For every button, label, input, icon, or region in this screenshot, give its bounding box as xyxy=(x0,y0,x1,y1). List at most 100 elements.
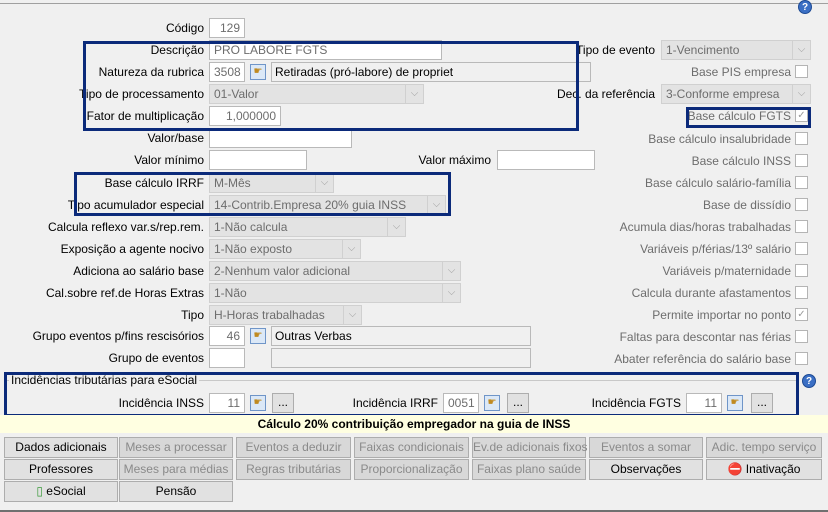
button-proporcionaliza-o[interactable]: Proporcionalização xyxy=(354,459,469,480)
valor-base-label: Valor/base xyxy=(147,131,204,145)
highlight-box-fgts xyxy=(686,107,811,128)
checkbox[interactable] xyxy=(795,264,808,277)
button-esocial[interactable]: ▯ eSocial xyxy=(4,481,118,502)
grupo-rescisorios-label: Grupo eventos p/fins rescisórios xyxy=(32,329,204,343)
valor-minimo-input[interactable] xyxy=(209,150,307,170)
lookup-hand-icon[interactable]: ☛ xyxy=(484,395,500,411)
exposicao-select[interactable]: 1-Não exposto ⌵ xyxy=(209,239,361,259)
valor-minimo-label: Valor mínimo xyxy=(134,153,204,167)
checkbox-label: Permite importar no ponto xyxy=(652,308,791,322)
button-label: Meses a processar xyxy=(125,440,227,454)
button-label: Ev.de adicionais fixos xyxy=(473,440,588,454)
help-icon[interactable]: ? xyxy=(798,0,812,14)
button-label: Faixas plano saúde xyxy=(476,462,582,476)
dec-referencia-value: 3-Conforme empresa xyxy=(666,87,780,101)
button-label: Professores xyxy=(28,462,94,476)
incidencias-help-icon[interactable]: ? xyxy=(802,374,816,388)
document-icon: ▯ xyxy=(36,484,47,498)
grupo-eventos-label: Grupo de eventos xyxy=(108,351,204,365)
grupo-rescisorios-code-input[interactable]: 46 xyxy=(209,326,245,346)
valor-base-input[interactable] xyxy=(209,128,352,148)
codigo-label: Código xyxy=(165,21,204,35)
button-observa-es[interactable]: Observações xyxy=(589,459,703,480)
button-label: Eventos a deduzir xyxy=(245,440,342,454)
checkbox[interactable] xyxy=(795,176,808,189)
incidencia-irrf-input[interactable]: 0051 xyxy=(443,393,479,413)
adiciona-salario-select[interactable]: 2-Nenhum valor adicional ⌵ xyxy=(209,261,461,281)
incidencia-irrf-more-button[interactable]: ... xyxy=(507,393,529,413)
checkbox[interactable] xyxy=(795,286,808,299)
exposicao-label: Exposição a agente nocivo xyxy=(60,242,204,256)
button-ev-de-adicionais-fixos[interactable]: Ev.de adicionais fixos xyxy=(472,437,588,458)
checkbox-label: Base PIS empresa xyxy=(690,65,791,79)
button-dados-adicionais[interactable]: Dados adicionais xyxy=(4,437,118,458)
grupo-rescisorios-description: Outras Verbas xyxy=(271,326,531,346)
button-label: Eventos a somar xyxy=(600,440,692,454)
prohibited-icon: ⛔ xyxy=(727,462,746,476)
button-regras-tribut-rias[interactable]: Regras tributárias xyxy=(236,459,351,480)
incidencia-fgts-input[interactable]: 11 xyxy=(686,393,722,413)
button-label: Dados adicionais xyxy=(15,440,107,454)
incidencia-inss-input[interactable]: 11 xyxy=(209,393,245,413)
calcula-reflexo-select[interactable]: 1-Não calcula ⌵ xyxy=(209,217,406,237)
adiciona-salario-value: 2-Nenhum valor adicional xyxy=(214,264,351,278)
lookup-hand-icon[interactable]: ☛ xyxy=(727,395,743,411)
button-pens-o[interactable]: Pensão xyxy=(119,481,233,502)
button-meses-para-m-dias[interactable]: Meses para médias xyxy=(119,459,233,480)
button-meses-a-processar[interactable]: Meses a processar xyxy=(119,437,233,458)
checkbox[interactable] xyxy=(795,65,808,78)
incidencia-inss-more-button[interactable]: ... xyxy=(272,393,294,413)
codigo-input[interactable]: 129 xyxy=(209,18,245,38)
tipo-evento-select[interactable]: 1-Vencimento ⌵ xyxy=(661,40,811,60)
checkbox[interactable] xyxy=(795,154,808,167)
button-label: Proporcionalização xyxy=(360,462,463,476)
checkbox[interactable] xyxy=(795,352,808,365)
adiciona-salario-label: Adiciona ao salário base xyxy=(73,264,204,278)
chevron-down-icon[interactable]: ⌵ xyxy=(792,85,810,103)
checkbox[interactable] xyxy=(795,198,808,211)
grupo-eventos-description xyxy=(271,348,531,368)
lookup-hand-icon[interactable]: ☛ xyxy=(250,395,266,411)
chevron-down-icon[interactable]: ⌵ xyxy=(442,284,460,302)
incidencia-fgts-more-button[interactable]: ... xyxy=(751,393,773,413)
chevron-down-icon[interactable]: ⌵ xyxy=(792,41,810,59)
checkbox[interactable]: ✓ xyxy=(795,308,808,321)
button-label: Faixas condicionais xyxy=(359,440,464,454)
checkbox[interactable] xyxy=(795,132,808,145)
calcula-reflexo-value: 1-Não calcula xyxy=(214,220,288,234)
checkbox[interactable] xyxy=(795,220,808,233)
tipo-label: Tipo xyxy=(181,308,204,322)
chevron-down-icon[interactable]: ⌵ xyxy=(442,262,460,280)
checkbox[interactable] xyxy=(795,242,808,255)
button-label: Pensão xyxy=(155,484,197,498)
checkbox-label: Abater referência do salário base xyxy=(614,352,791,366)
checkbox-label: Base cálculo INSS xyxy=(691,154,791,168)
exposicao-value: 1-Não exposto xyxy=(214,242,293,256)
button-faixas-condicionais[interactable]: Faixas condicionais xyxy=(354,437,469,458)
chevron-down-icon[interactable]: ⌵ xyxy=(387,218,405,236)
button-faixas-plano-sa-de[interactable]: Faixas plano saúde xyxy=(472,459,586,480)
lookup-hand-icon[interactable]: ☛ xyxy=(250,328,266,344)
checkbox-label: Acumula dias/horas trabalhadas xyxy=(619,220,791,234)
dec-referencia-select[interactable]: 3-Conforme empresa ⌵ xyxy=(661,84,811,104)
chevron-down-icon[interactable]: ⌵ xyxy=(343,306,361,324)
chevron-down-icon[interactable]: ⌵ xyxy=(342,240,360,258)
grupo-eventos-code-input[interactable] xyxy=(209,348,245,368)
button-label: eSocial xyxy=(46,484,86,498)
incidencia-fgts-label: Incidência FGTS xyxy=(591,396,681,410)
checkbox[interactable] xyxy=(795,330,808,343)
button-inativa-o[interactable]: ⛔ Inativação xyxy=(706,459,822,480)
tipo-select[interactable]: H-Horas trabalhadas ⌵ xyxy=(209,305,362,325)
top-divider xyxy=(0,3,828,4)
cal-sobre-horas-label: Cal.sobre ref.de Horas Extras xyxy=(45,286,204,300)
checkbox-label: Base cálculo salário-família xyxy=(644,176,791,190)
button-eventos-a-somar[interactable]: Eventos a somar xyxy=(589,437,703,458)
button-label: Inativação xyxy=(745,462,801,476)
valor-maximo-input[interactable] xyxy=(497,150,595,170)
button-adic-tempo-servi-o[interactable]: Adic. tempo serviço xyxy=(706,437,822,458)
info-banner: Cálculo 20% contribuição empregador na g… xyxy=(0,415,828,433)
highlight-box-description xyxy=(83,41,579,131)
button-eventos-a-deduzir[interactable]: Eventos a deduzir xyxy=(236,437,351,458)
cal-sobre-horas-select[interactable]: 1-Não ⌵ xyxy=(209,283,461,303)
button-professores[interactable]: Professores xyxy=(4,459,118,480)
